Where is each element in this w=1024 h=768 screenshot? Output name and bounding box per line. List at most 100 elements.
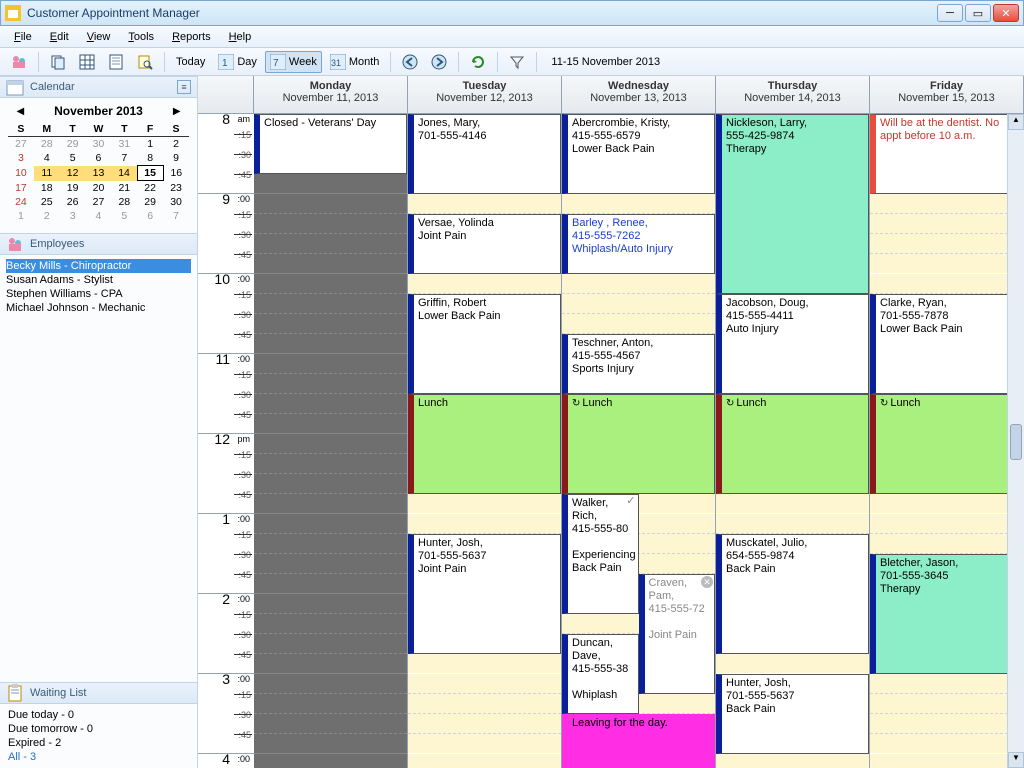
scroll-down-icon[interactable]: ▼ [1008,752,1024,768]
mini-cal-day[interactable]: 22 [137,181,163,196]
menu-edit[interactable]: Edit [42,28,77,46]
panel-employees[interactable]: Employees [0,233,197,255]
day-column[interactable]: Closed - Veterans' Day [254,114,408,768]
mini-cal-day[interactable]: 5 [111,209,137,223]
menu-file[interactable]: File [6,28,40,46]
waiting-due-today[interactable]: Due today - 0 [8,708,189,722]
mini-cal-day[interactable]: 18 [34,181,60,196]
appointment[interactable]: Leaving for the day. [562,714,715,768]
employee-item[interactable]: Becky Mills - Chiropractor [6,259,191,273]
appointment[interactable]: Bletcher, Jason,701-555-3645Therapy [870,554,1023,674]
appointment[interactable]: Versae, YolindaJoint Pain [408,214,561,274]
mini-cal-day[interactable]: 3 [8,151,34,166]
prev-month-icon[interactable]: ◀ [16,106,24,117]
mini-cal-day[interactable]: 7 [163,209,189,223]
tb-copy-icon[interactable] [45,51,71,73]
tb-month[interactable]: 31Month [325,51,385,73]
appointment[interactable]: Jones, Mary,701-555-4146 [408,114,561,194]
mini-cal-day[interactable]: 8 [137,151,163,166]
close-icon[interactable]: ✕ [701,576,713,588]
appointment[interactable]: ↻Lunch [562,394,715,494]
appointment[interactable]: Closed - Veterans' Day [254,114,407,174]
day-column[interactable]: Jones, Mary,701-555-4146 Versae, YolindaJ… [408,114,562,768]
appointment[interactable]: Hunter, Josh,701-555-5637Joint Pain [408,534,561,654]
mini-cal-day[interactable]: 26 [60,195,86,209]
mini-cal-day[interactable]: 30 [86,137,112,151]
mini-cal-day[interactable]: 30 [163,195,189,209]
waiting-all[interactable]: All - 3 [8,750,189,764]
minimize-button[interactable]: ─ [937,4,963,22]
day-header[interactable]: MondayNovember 11, 2013 [254,76,408,113]
day-header[interactable]: FridayNovember 15, 2013 [870,76,1024,113]
appointment[interactable]: Jacobson, Doug,415-555-4411Auto Injury [716,294,869,394]
close-button[interactable]: ✕ [993,4,1019,22]
panel-calendar[interactable]: Calendar ≡ [0,76,197,98]
appointment[interactable]: Musckatel, Julio,654-555-9874Back Pain [716,534,869,654]
tb-report-icon[interactable] [103,51,129,73]
tb-users-icon[interactable] [6,51,32,73]
appointment[interactable]: Abercrombie, Kristy,415-555-6579Lower Ba… [562,114,715,194]
mini-cal-day[interactable]: 4 [86,209,112,223]
day-column[interactable]: Abercrombie, Kristy,415-555-6579Lower Ba… [562,114,716,768]
mini-cal-day[interactable]: 27 [86,195,112,209]
appointment[interactable]: ↻Lunch [716,394,869,494]
appointment[interactable]: Lunch [408,394,561,494]
mini-cal-day[interactable]: 4 [34,151,60,166]
mini-cal-day[interactable]: 17 [8,181,34,196]
mini-cal-day[interactable]: 23 [163,181,189,196]
employee-item[interactable]: Michael Johnson - Mechanic [6,301,191,315]
mini-cal-day[interactable]: 27 [8,137,34,151]
mini-cal-day[interactable]: 20 [86,181,112,196]
day-column[interactable]: Nickleson, Larry,555-425-9874TherapyJaco… [716,114,870,768]
appointment[interactable]: Clarke, Ryan,701-555-7878Lower Back Pain [870,294,1023,394]
vertical-scrollbar[interactable]: ▲ ▼ [1007,114,1024,768]
mini-cal-day[interactable]: 3 [60,209,86,223]
day-header[interactable]: ThursdayNovember 14, 2013 [716,76,870,113]
mini-cal-day[interactable]: 16 [163,166,189,181]
tb-refresh-icon[interactable] [465,51,491,73]
day-header[interactable]: TuesdayNovember 12, 2013 [408,76,562,113]
mini-cal-day[interactable]: 19 [60,181,86,196]
next-month-icon[interactable]: ▶ [173,106,181,117]
mini-cal-day[interactable]: 28 [111,195,137,209]
mini-cal-day[interactable]: 24 [8,195,34,209]
mini-cal-day[interactable]: 12 [60,166,86,181]
mini-cal-day[interactable]: 25 [34,195,60,209]
tb-next-icon[interactable] [426,51,452,73]
appointment[interactable]: ↻Lunch [870,394,1023,494]
day-column[interactable]: Will be at the dentist. No appt before 1… [870,114,1024,768]
mini-cal-day[interactable]: 14 [111,166,137,181]
appointment[interactable]: Craven, Pam,415-555-72Joint Pain✕ [639,574,716,694]
mini-cal-day[interactable]: 2 [163,137,189,151]
mini-cal-day[interactable]: 6 [137,209,163,223]
appointment[interactable]: Teschner, Anton,415-555-4567Sports Injur… [562,334,715,394]
menu-tools[interactable]: Tools [120,28,162,46]
scroll-up-icon[interactable]: ▲ [1008,114,1024,130]
tb-day[interactable]: 1Day [213,51,262,73]
mini-cal-day[interactable]: 1 [137,137,163,151]
tb-week[interactable]: 7Week [265,51,322,73]
appointment[interactable]: Will be at the dentist. No appt before 1… [870,114,1023,194]
tb-filter-icon[interactable] [504,51,530,73]
appointment[interactable]: Nickleson, Larry,555-425-9874Therapy [716,114,869,294]
mini-cal-day[interactable]: 1 [8,209,34,223]
mini-cal-day[interactable]: 21 [111,181,137,196]
mini-cal-day[interactable]: 2 [34,209,60,223]
appointment[interactable]: Barley , Renee,415-555-7262Whiplash/Auto… [562,214,715,274]
mini-cal-day[interactable]: 11 [34,166,60,181]
appointment[interactable]: Hunter, Josh,701-555-5637Back Pain [716,674,869,754]
mini-cal-day[interactable]: 6 [86,151,112,166]
employee-item[interactable]: Susan Adams - Stylist [6,273,191,287]
mini-cal-day[interactable]: 10 [8,166,34,181]
scroll-thumb[interactable] [1010,424,1022,460]
mini-cal-day[interactable]: 9 [163,151,189,166]
appointment[interactable]: Duncan, Dave,415-555-38Whiplash [562,634,639,714]
mini-cal-day[interactable]: 28 [34,137,60,151]
employee-item[interactable]: Stephen Williams - CPA [6,287,191,301]
appointment[interactable]: Walker, Rich,415-555-80ExperiencingBack … [562,494,639,614]
tb-prev-icon[interactable] [397,51,423,73]
mini-cal-day[interactable]: 13 [86,166,112,181]
tb-grid-icon[interactable] [74,51,100,73]
appointment[interactable]: Griffin, RobertLower Back Pain [408,294,561,394]
day-header[interactable]: WednesdayNovember 13, 2013 [562,76,716,113]
